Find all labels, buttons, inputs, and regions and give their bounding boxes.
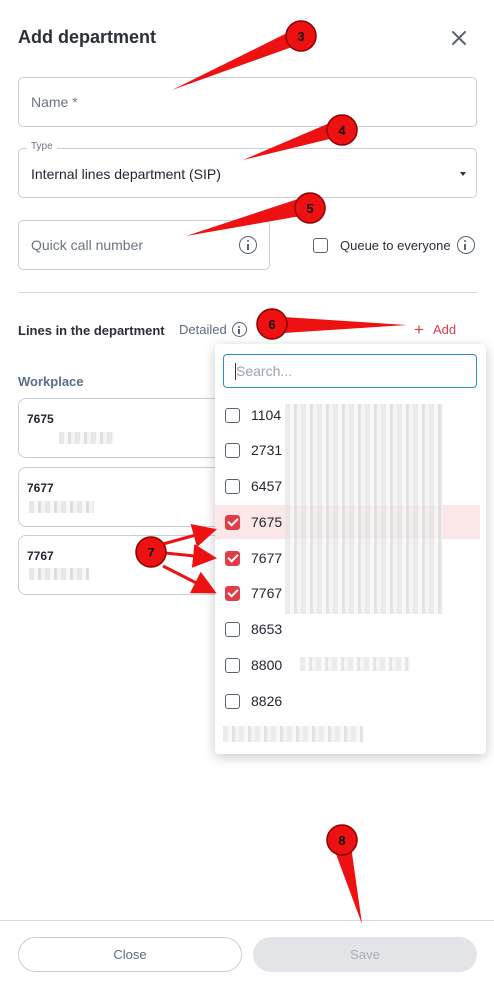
option-label: 6457: [251, 478, 283, 494]
checkbox-checked[interactable]: [225, 514, 240, 530]
search-placeholder: Search...: [236, 363, 293, 379]
info-icon[interactable]: [456, 236, 475, 254]
redacted-text: [29, 501, 94, 513]
queue-label: Queue to everyone: [340, 237, 451, 253]
info-icon[interactable]: [231, 322, 247, 337]
option-label: 8800: [251, 657, 283, 673]
checkbox[interactable]: [225, 478, 240, 494]
detailed-label: Detailed: [179, 322, 227, 337]
option-label: 7677: [251, 550, 283, 566]
checkbox[interactable]: [225, 442, 240, 458]
list-item[interactable]: 8826: [215, 684, 480, 718]
text-cursor: [235, 363, 236, 380]
checkbox[interactable]: [225, 621, 240, 637]
annotation-6-marker: 6: [256, 308, 407, 340]
option-label: 7675: [251, 514, 283, 530]
line-card: 7767: [18, 535, 238, 595]
line-card: 7675: [18, 398, 238, 458]
dialog-footer: Close Save: [0, 920, 494, 986]
caret-down-icon: [460, 172, 466, 176]
quick-call-placeholder: Quick call number: [31, 237, 144, 253]
svg-text:8: 8: [338, 833, 345, 848]
add-line-button[interactable]: + Add: [414, 320, 457, 339]
quick-call-number-field[interactable]: Quick call number: [18, 220, 270, 270]
plus-icon: +: [414, 320, 424, 339]
add-label: Add: [432, 322, 457, 337]
type-label: Type: [27, 141, 57, 152]
checkbox-checked[interactable]: [225, 550, 240, 566]
option-label: 2731: [251, 442, 283, 458]
checkbox[interactable]: [225, 693, 240, 709]
redacted-text: [300, 657, 410, 671]
option-label: 8653: [251, 621, 283, 637]
type-value: Internal lines department (SIP): [31, 166, 221, 182]
annotation-8-marker: 8: [326, 824, 362, 924]
save-button[interactable]: Save: [253, 937, 477, 972]
option-label: 8826: [251, 693, 283, 709]
line-number: 7767: [27, 549, 54, 563]
option-label: 7767: [251, 585, 283, 601]
queue-checkbox[interactable]: [313, 237, 328, 253]
name-field[interactable]: Name *: [18, 77, 477, 127]
line-number: 7677: [27, 481, 54, 495]
checkbox[interactable]: [225, 657, 240, 673]
option-label: 1104: [251, 407, 282, 423]
redacted-text: [223, 726, 363, 742]
list-item[interactable]: 8653: [215, 612, 480, 646]
divider: [18, 292, 477, 293]
redacted-text: [59, 432, 114, 444]
line-picker-dropdown: Search... 1104 2731 6457 7675 7677 7767: [215, 344, 486, 754]
checkbox-checked[interactable]: [225, 585, 240, 601]
close-button[interactable]: Close: [18, 937, 242, 972]
close-icon[interactable]: [449, 28, 469, 48]
detailed-toggle[interactable]: Detailed: [179, 322, 247, 337]
workplace-header: Workplace: [18, 374, 84, 389]
dialog-title: Add department: [18, 27, 157, 47]
checkbox[interactable]: [225, 407, 240, 423]
name-placeholder: Name *: [31, 94, 78, 110]
line-card: 7677: [18, 467, 238, 527]
svg-text:5: 5: [306, 201, 313, 216]
svg-text:3: 3: [297, 29, 304, 44]
info-icon[interactable]: [239, 236, 257, 254]
svg-text:6: 6: [268, 317, 275, 332]
line-number: 7675: [27, 412, 54, 426]
redacted-text: [29, 568, 89, 580]
search-input[interactable]: Search...: [223, 354, 477, 388]
redacted-text: [285, 404, 443, 614]
type-select[interactable]: Type Internal lines department (SIP): [18, 141, 477, 198]
queue-to-everyone[interactable]: Queue to everyone: [313, 236, 475, 254]
lines-section-title: Lines in the department: [18, 323, 165, 338]
